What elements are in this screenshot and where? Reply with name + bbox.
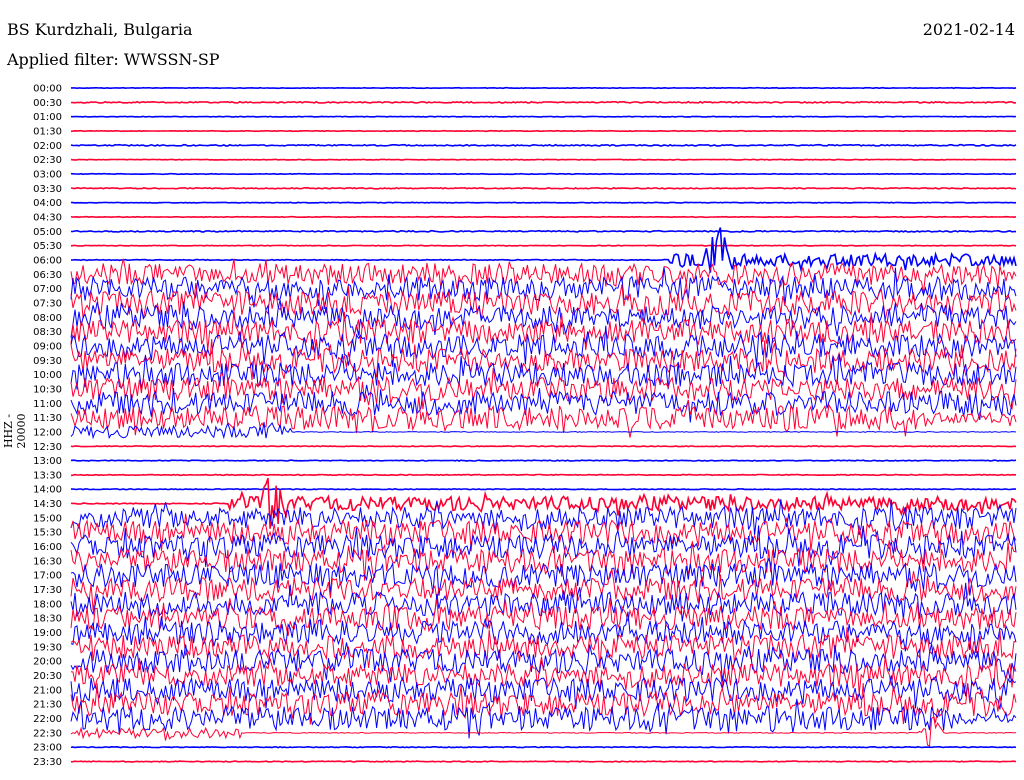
trace-row-1330 [70,473,1016,477]
time-tick-label: 12:30 [33,442,62,453]
trace-row-1600 [70,525,1017,567]
time-tick-label: 22:00 [33,714,62,725]
time-tick-label: 20:00 [33,657,62,668]
time-tick-label: 10:00 [33,370,62,381]
trace-row-0330 [70,186,1017,190]
time-tick-label: 00:30 [33,98,62,109]
time-tick-label: 02:30 [33,155,62,166]
helicorder-plot: 00:00 00:30 01:00 01:30 02:00 02:30 03:00 03:30… [33,84,1017,768]
time-tick-label: 06:00 [33,255,62,266]
time-tick-label: 11:00 [33,399,62,410]
trace-row-1230 [70,445,1017,448]
time-tick-label: 17:00 [33,571,62,582]
trace-row-2300 [70,745,1017,749]
time-tick-label: 19:00 [33,628,62,639]
time-tick-label: 23:30 [33,757,62,768]
trace-row-0530 [70,244,1017,247]
time-tick-label: 17:30 [33,585,62,596]
trace-row-0500 [70,229,1017,233]
trace-row-0430 [70,215,1017,219]
time-tick-label: 08:00 [33,313,62,324]
trace-row-0200 [70,143,1017,147]
time-tick-label: 10:30 [33,384,62,395]
time-tick-label: 07:30 [33,298,62,309]
trace-row-0300 [70,172,1017,176]
trace-row-0400 [70,201,1017,204]
time-tick-label: 04:30 [33,212,62,223]
time-tick-label: 12:00 [33,427,62,438]
time-tick-label: 15:30 [33,528,62,539]
time-tick-label: 01:00 [33,112,62,123]
trace-row-1930 [70,626,1017,669]
time-tick-label: 22:30 [33,728,62,739]
time-tick-label: 09:00 [33,341,62,352]
time-tick-label: 13:00 [33,456,62,467]
time-tick-label: 21:00 [33,685,62,696]
time-tick-label: 15:00 [33,513,62,524]
time-tick-label: 05:00 [33,227,62,238]
time-tick-label: 16:00 [33,542,62,553]
time-tick-label: 18:00 [33,599,62,610]
time-tick-label: 03:30 [33,184,62,195]
time-tick-label: 21:30 [33,700,62,711]
time-tick-label: 03:00 [33,169,62,180]
time-tick-label: 04:00 [33,198,62,209]
trace-row-2330 [70,760,1017,763]
trace-row-1300 [70,459,1017,462]
trace-row-0230 [70,158,1017,161]
trace-row-0000 [71,86,1017,90]
time-tick-label: 13:30 [33,470,62,481]
time-tick-label: 18:30 [33,614,62,625]
time-tick-label: 19:30 [33,642,62,653]
trace-row-0100 [70,115,1017,118]
time-tick-label: 23:00 [33,743,62,754]
trace-row-1400 [70,487,1017,491]
time-tick-label: 06:30 [33,270,62,281]
time-tick-label: 05:30 [33,241,62,252]
time-tick-label: 14:30 [33,499,62,510]
time-tick-label: 09:30 [33,356,62,367]
trace-row-0030 [70,100,1017,104]
time-tick-label: 01:30 [33,126,62,137]
time-tick-label: 20:30 [33,671,62,682]
time-tick-label: 11:30 [33,413,62,424]
time-tick-label: 16:30 [33,556,62,567]
time-tick-label: 08:30 [33,327,62,338]
time-tick-label: 02:00 [33,141,62,152]
trace-row-0130 [70,129,1017,133]
time-tick-label: 07:00 [33,284,62,295]
time-tick-label: 00:00 [33,84,62,95]
time-tick-label: 14:00 [33,485,62,496]
